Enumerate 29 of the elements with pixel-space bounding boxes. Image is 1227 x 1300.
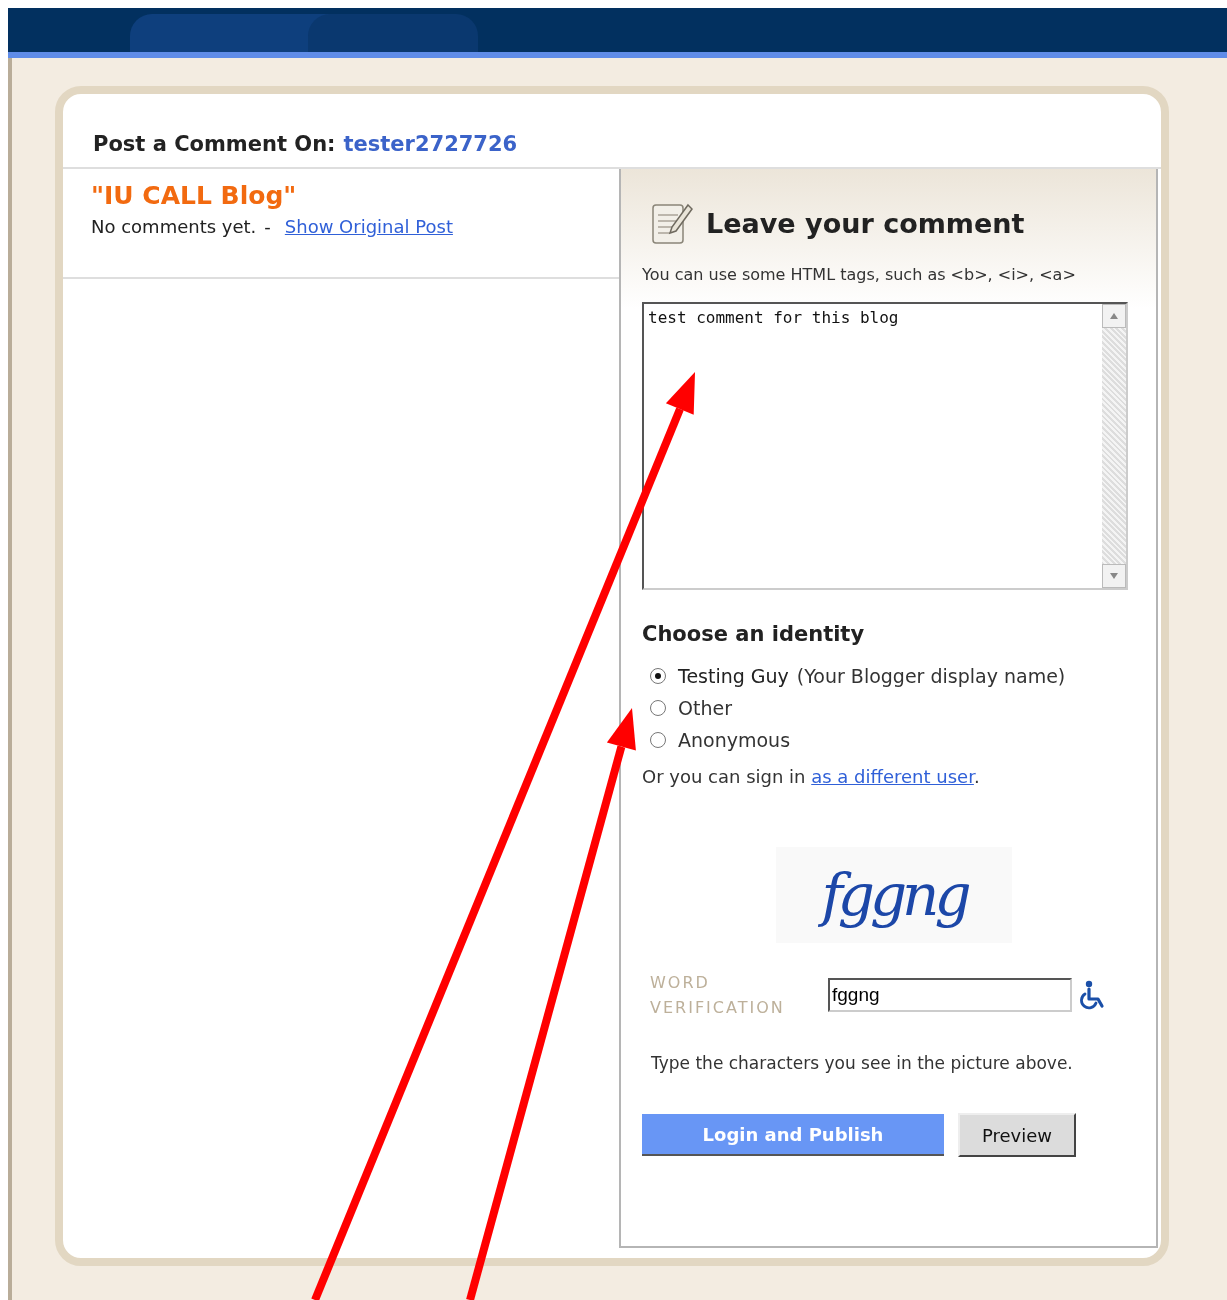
post-title: "IU CALL Blog" [91,181,298,210]
sign-in-text: Or you can sign in as a different user. [642,766,981,787]
up-arrow-icon[interactable] [1110,313,1118,319]
radio-button[interactable] [650,668,666,684]
post-comment-label: Post a Comment On: [93,132,336,156]
comment-count: No comments yet. [91,216,257,237]
html-tags-note: You can use some HTML tags, such as <b>, <i>, <a> [642,265,1077,284]
different-user-link[interactable]: as a different user [811,766,974,787]
wheelchair-icon[interactable] [1080,980,1106,1010]
radio-button[interactable] [650,700,666,716]
show-original-post-link[interactable]: Show Original Post [284,216,453,237]
captcha-image: fggng [776,847,1012,943]
word-verification-label: VERIFICATION [650,998,786,1017]
down-arrow-icon[interactable] [1110,573,1118,579]
identity-heading: Choose an identity [642,622,866,646]
word-verification-field[interactable]: fggng [828,978,1072,1012]
separator: - [264,216,271,237]
identity-option-label[interactable]: Testing Guy [678,665,789,687]
identity-option-hint: (Your Blogger display name) [796,665,1066,687]
comment-textarea[interactable]: test comment for this blog [642,302,1128,590]
blog-link[interactable]: tester2727726 [343,132,518,156]
verification-hint: Type the characters you see in the picture above. [651,1053,1074,1073]
word-verification-label: WORD [650,973,711,992]
identity-option-label[interactable]: Anonymous [678,729,791,751]
scrollbar[interactable] [1102,304,1126,588]
radio-button[interactable] [650,732,666,748]
leave-comment-title: Leave your comment [706,207,1025,239]
preview-button[interactable]: Preview [958,1113,1076,1157]
identity-option-label[interactable]: Other [678,697,732,719]
